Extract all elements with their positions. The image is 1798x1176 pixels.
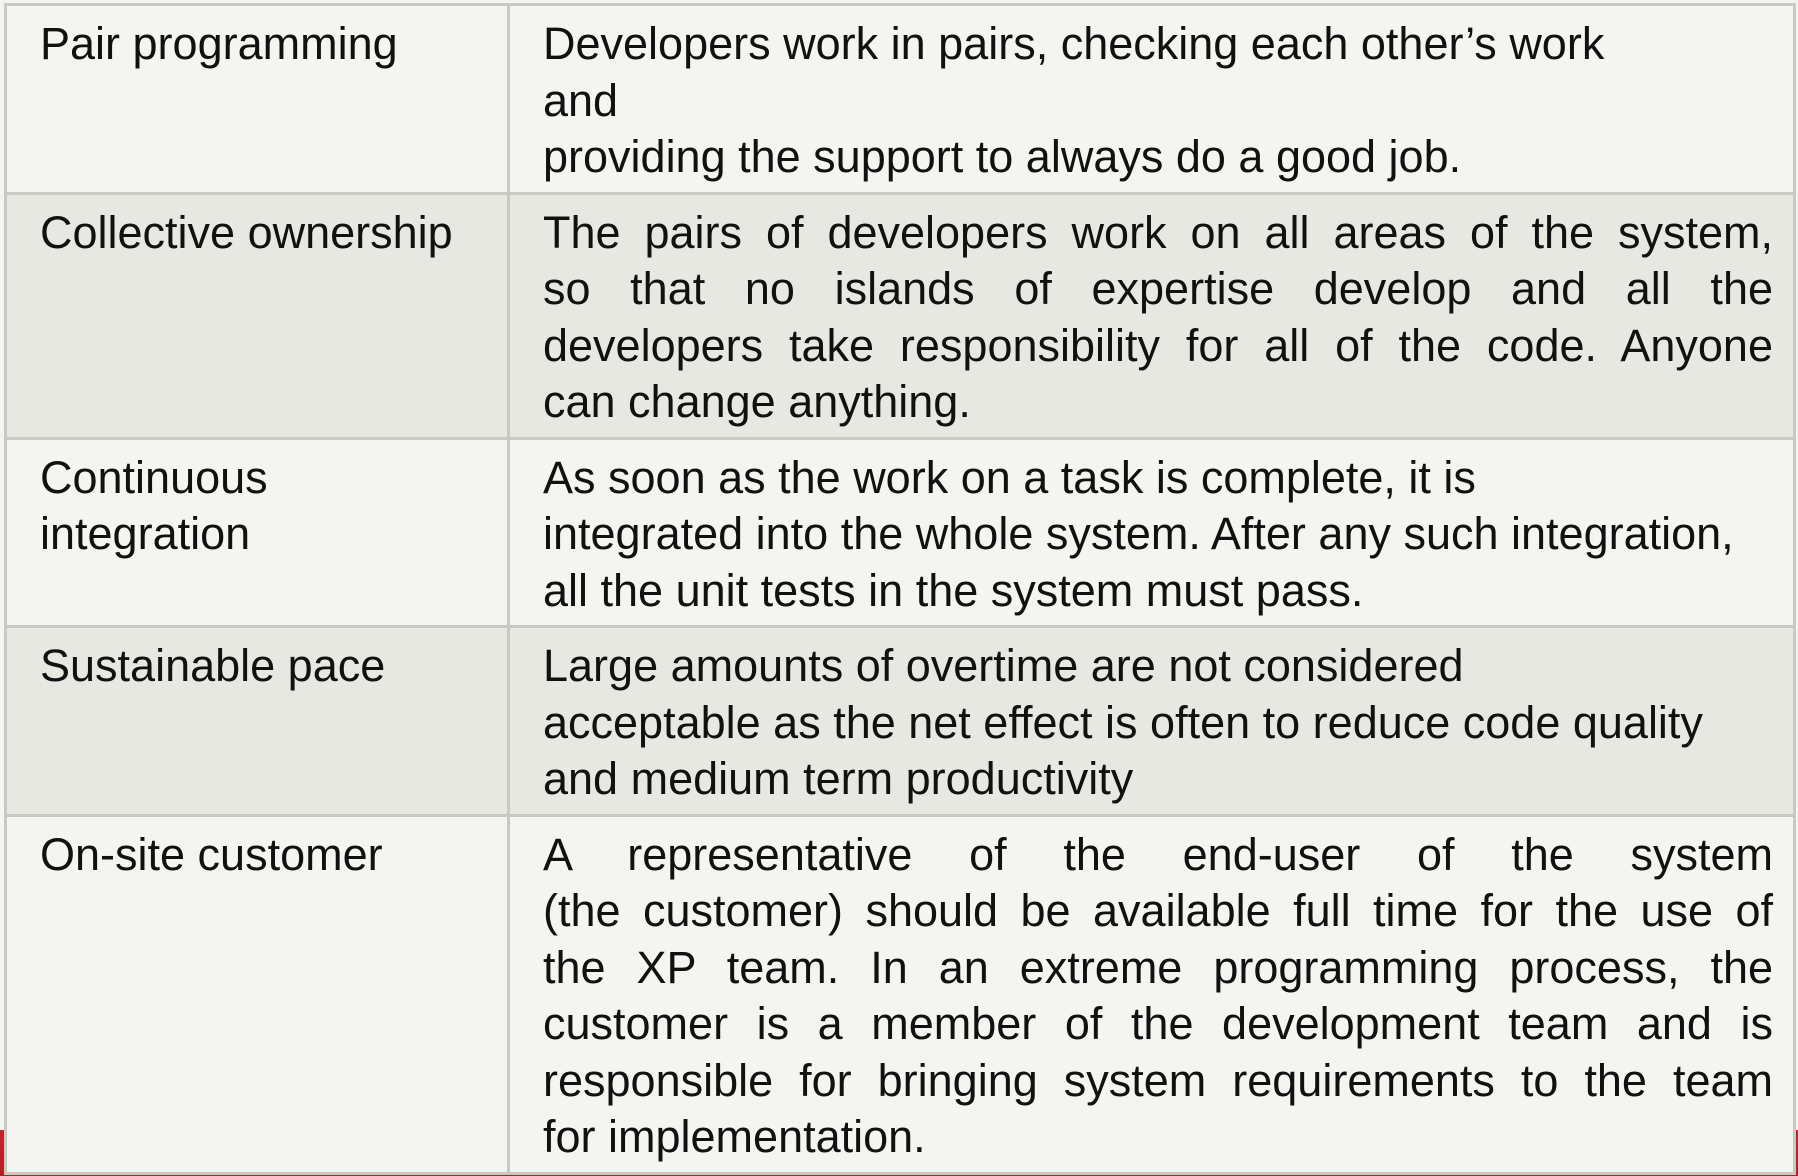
practice-name: Collective ownership (4, 191, 510, 440)
description-line: developers take responsibility for all o… (543, 319, 1773, 371)
description-line: As soon as the work on a task is complet… (543, 451, 1476, 503)
xp-practices-table: Pair programming Developers work in pairs… (4, 3, 1796, 1175)
description-line: all the unit tests in the system must pa… (543, 564, 1364, 616)
practice-name: Sustainable pace (4, 625, 510, 817)
practice-description: A representative of the end-user of the … (507, 813, 1796, 1175)
description-line: acceptable as the net effect is often to… (543, 696, 1703, 748)
description-line: Developers work in pairs, checking each … (543, 18, 1605, 69)
description-line: (the customer) should be available full … (543, 885, 1773, 936)
table-row: Continuous integration As soon as the work… (4, 436, 1796, 628)
practice-name: Continuous integration (4, 436, 510, 628)
description-line: responsible for bringing system requirem… (543, 1054, 1773, 1106)
description-line: the XP team. In an extreme programming p… (543, 941, 1773, 993)
description-line: customer is a member of the development … (543, 998, 1773, 1049)
description-line: for implementation. (543, 1111, 926, 1162)
practice-description: The pairs of developers work on all area… (507, 191, 1796, 440)
table-row: On-site customer A representative of the … (4, 813, 1796, 1175)
table-row: Sustainable pace Large amounts of overtim… (4, 625, 1796, 817)
table-row: Collective ownership The pairs of develop… (4, 191, 1796, 440)
description-line: providing the support to always do a goo… (543, 131, 1462, 182)
practice-description: Developers work in pairs, checking each … (507, 3, 1796, 195)
practice-name: Pair programming (4, 3, 510, 195)
practice-description: Large amounts of overtime are not consid… (507, 625, 1796, 817)
description-line: A representative of the end-user of the … (543, 828, 1773, 880)
table-row: Pair programming Developers work in pairs… (4, 3, 1796, 195)
description-line: The pairs of developers work on all area… (543, 206, 1773, 258)
practice-name: On-site customer (4, 813, 510, 1175)
description-line: so that no islands of expertise develop … (543, 263, 1773, 314)
description-line: integrated into the whole system. After … (543, 508, 1734, 559)
description-line: can change anything. (543, 376, 971, 427)
description-line: and medium term productivity (543, 753, 1134, 804)
description-line: and (543, 74, 619, 126)
description-line: Large amounts of overtime are not consid… (543, 640, 1464, 691)
practice-description: As soon as the work on a task is complet… (507, 436, 1796, 628)
